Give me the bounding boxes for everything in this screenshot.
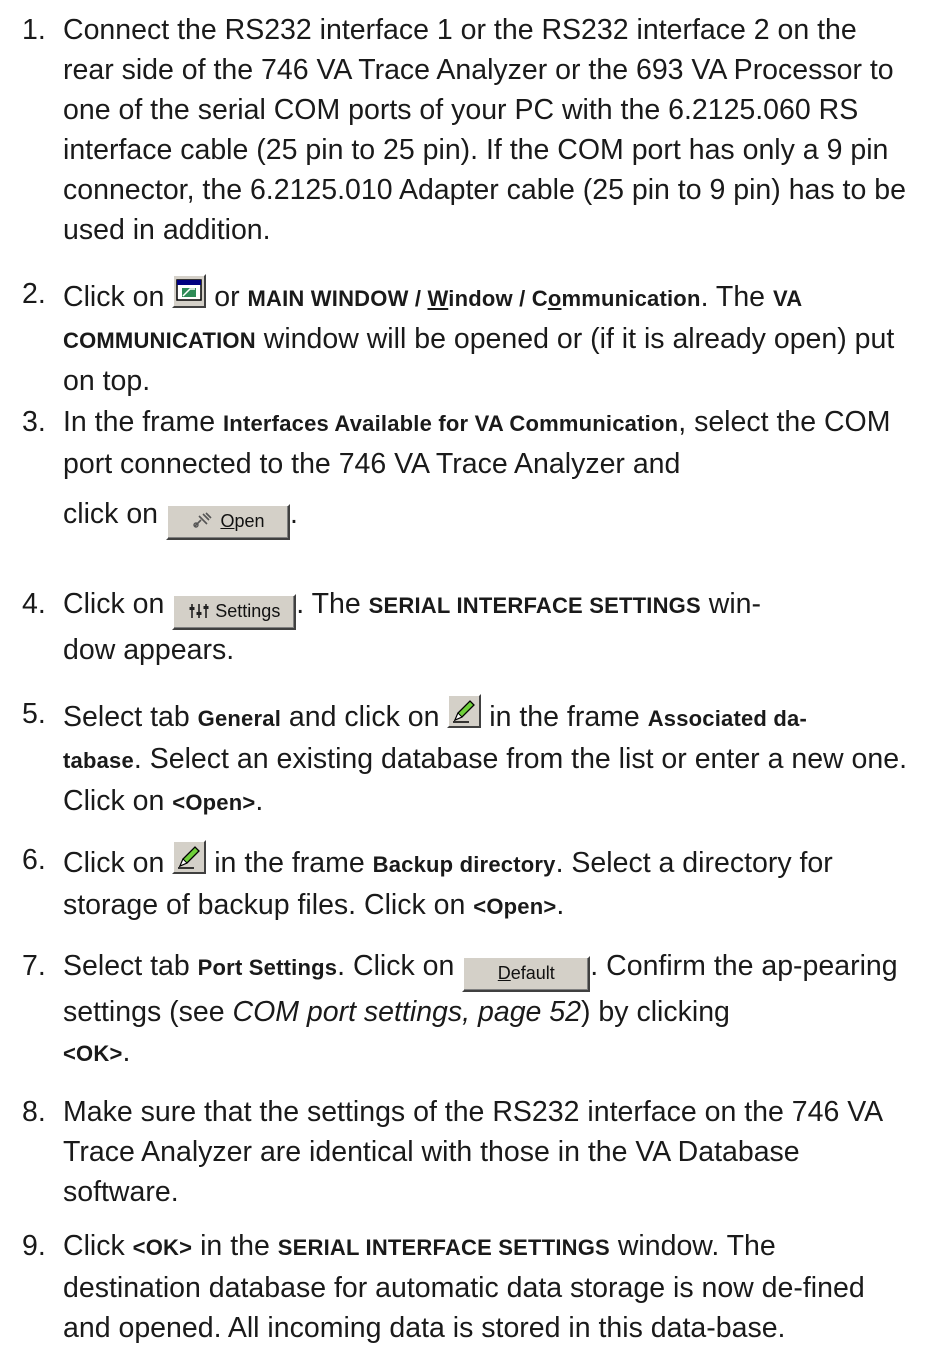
step-number: 7. [22, 950, 46, 982]
plug-icon [193, 512, 212, 528]
key-label: <OK> [63, 1041, 123, 1066]
step-text: Connect the RS232 interface 1 or the RS2… [63, 14, 906, 246]
open-button[interactable]: Open [165, 504, 290, 540]
frame-name: Interfaces Available for VA Communicatio… [223, 411, 679, 436]
step-5: 5. Select tab General and click on in th… [22, 694, 912, 823]
step-number: 5. [22, 698, 46, 730]
window-name: SERIAL INTERFACE SETTINGS [277, 1235, 610, 1260]
pencil-icon[interactable] [172, 840, 207, 874]
pencil-icon[interactable] [447, 694, 482, 728]
communication-window-icon[interactable] [172, 274, 207, 308]
window-name: SERIAL INTERFACE SETTINGS [368, 593, 701, 618]
sliders-icon [189, 604, 209, 618]
settings-button[interactable]: Settings [172, 594, 297, 630]
step-number: 4. [22, 588, 46, 620]
step-2: 2. Click on or MAIN WINDOW / Window / Co… [22, 274, 912, 401]
frame-name: Associated da- [647, 706, 807, 731]
cross-reference: COM port settings, page 52 [232, 996, 582, 1028]
step-3: 3. In the frame Interfaces Available for… [22, 402, 912, 540]
step-number: 3. [22, 406, 46, 438]
menu-path: MAIN WINDOW / Window / Communication [247, 286, 701, 311]
key-label: <Open> [172, 790, 256, 815]
step-4: 4. Click on Settings . The SERIAL INTERF… [22, 584, 912, 670]
step-7: 7. Select tab Port Settings. Click on De… [22, 946, 912, 1074]
instruction-page: 1. Connect the RS232 interface 1 or the … [0, 0, 930, 1358]
step-text: Click on [63, 281, 165, 313]
step-text: Make sure that the settings of the RS232… [63, 1096, 882, 1208]
tab-name: General [197, 706, 282, 731]
step-6: 6. Click on in the frame Backup director… [22, 840, 912, 927]
frame-name: Backup directory [372, 852, 556, 877]
tab-name: Port Settings [197, 955, 338, 980]
step-number: 6. [22, 844, 46, 876]
step-number: 8. [22, 1096, 46, 1128]
step-number: 9. [22, 1230, 46, 1262]
step-number: 1. [22, 14, 46, 46]
step-number: 2. [22, 278, 46, 310]
key-label: <Open> [473, 894, 557, 919]
step-8: 8. Make sure that the settings of the RS… [22, 1092, 912, 1212]
step-9: 9. Click <OK> in the SERIAL INTERFACE SE… [22, 1226, 912, 1348]
default-button[interactable]: Default [462, 956, 591, 992]
key-label: <OK> [132, 1235, 193, 1260]
step-1: 1. Connect the RS232 interface 1 or the … [22, 10, 912, 250]
